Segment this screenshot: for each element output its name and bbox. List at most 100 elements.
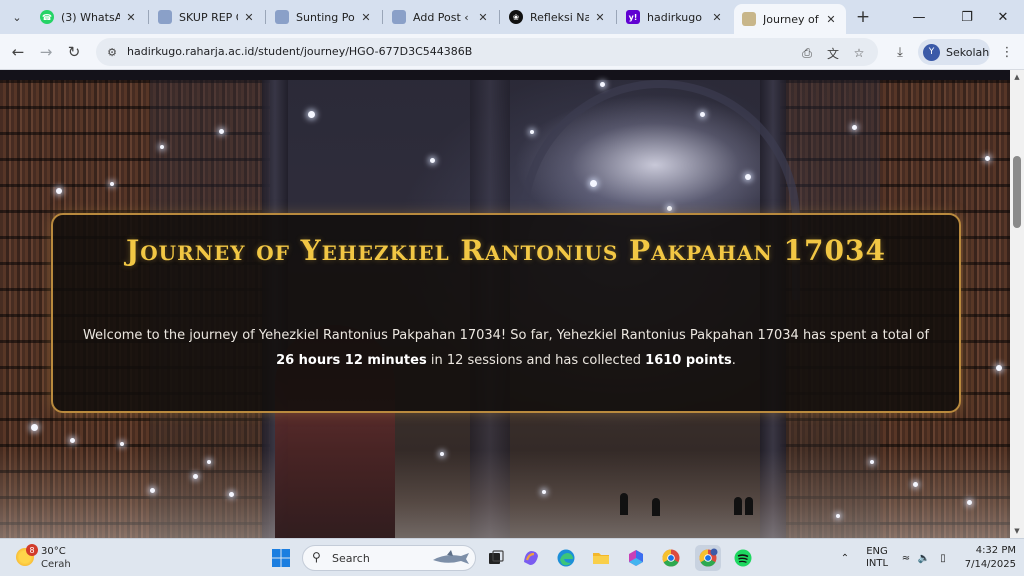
close-icon[interactable]: ✕ (593, 11, 607, 24)
close-icon[interactable]: ✕ (824, 13, 838, 26)
scroll-down-icon[interactable]: ▼ (1010, 524, 1024, 538)
start-button[interactable] (268, 545, 294, 571)
weather-condition: Cerah (41, 559, 71, 570)
weather-temperature: 30°C (41, 546, 66, 557)
chevron-up-icon: ⌃ (840, 552, 850, 564)
distant-figure (734, 497, 742, 515)
page-title: Journey of Yehezkiel Rantonius Pakpahan … (126, 234, 886, 267)
light-particle (207, 460, 211, 464)
distant-figure (745, 497, 753, 515)
close-window-button[interactable]: ✕ (982, 0, 1024, 34)
journey-card: Journey of Yehezkiel Rantonius Pakpahan … (51, 213, 961, 413)
language-indicator[interactable]: ENG INTL (860, 539, 894, 576)
light-particle (852, 125, 857, 130)
microsoft-365-button[interactable] (623, 545, 649, 571)
close-icon[interactable]: ✕ (710, 11, 724, 24)
browser-toolbar: ← → ↻ ⚙ hadirkugo.raharja.ac.id/student/… (0, 34, 1024, 70)
profile-name: Sekolah (946, 45, 990, 59)
site-icon (158, 10, 172, 24)
file-explorer-button[interactable] (588, 545, 614, 571)
task-view-button[interactable] (483, 545, 509, 571)
distant-figure (652, 498, 660, 516)
light-particle (590, 180, 597, 187)
light-particle (870, 460, 874, 464)
back-button[interactable]: ← (6, 40, 30, 64)
tab-whatsapp[interactable]: ☎ (3) WhatsApp ✕ (32, 4, 146, 30)
chrome-profile-button-active[interactable] (695, 545, 721, 571)
tab-skup-rep[interactable]: SKUP REP GEN ✕ (150, 4, 264, 30)
new-tab-button[interactable]: + (852, 6, 874, 28)
plus-icon: + (855, 7, 871, 27)
tab-search-button[interactable]: ⌄ (6, 6, 28, 28)
chrome-button[interactable] (658, 545, 684, 571)
light-particle (308, 111, 315, 118)
site-info-icon[interactable]: ⚙ (104, 44, 120, 60)
language-line1: ENG (866, 546, 888, 557)
tab-sunting-pos[interactable]: Sunting Pos " ✕ (267, 4, 381, 30)
total-points: 1610 points (645, 353, 732, 368)
spotify-button[interactable] (730, 545, 756, 571)
downloads-button[interactable]: ⤓ (890, 42, 910, 62)
taskbar-search[interactable]: ⚲ Search (302, 545, 476, 571)
spotify-icon (734, 549, 752, 567)
taskbar-clock[interactable]: 4:32 PM 7/14/2025 (960, 544, 1016, 572)
avatar: Y (923, 43, 940, 61)
tab-separator (382, 10, 383, 24)
weather-widget[interactable]: 8 30°C Cerah (14, 544, 84, 572)
task-view-icon (489, 550, 504, 564)
windows-logo-icon (272, 549, 290, 567)
search-highlight-shark-icon (433, 550, 469, 564)
tab-separator (616, 10, 617, 24)
summary-intro: Welcome to the journey of Yehezkiel Rant… (82, 328, 930, 343)
close-icon[interactable]: ✕ (476, 11, 490, 24)
translate-icon[interactable]: 文 (824, 44, 842, 62)
battery-icon[interactable]: ▯ (934, 539, 952, 576)
browser-menu-button[interactable]: ⋮ (997, 42, 1017, 62)
chrome-icon (662, 549, 680, 567)
tab-separator (265, 10, 266, 24)
total-duration: 26 hours 12 minutes (276, 353, 427, 368)
tab-separator (499, 10, 500, 24)
volume-icon[interactable]: 🔈 (916, 539, 932, 576)
tab-hadirkugo-yahoo[interactable]: y! hadirkugo - Y ✕ (618, 4, 732, 30)
close-icon[interactable]: ✕ (359, 11, 373, 24)
tab-separator (148, 10, 149, 24)
close-icon[interactable]: ✕ (124, 11, 138, 24)
tab-journey-active[interactable]: Journey of Ye ✕ (734, 4, 846, 34)
show-hidden-icons-button[interactable]: ⌃ (836, 539, 854, 576)
scroll-thumb[interactable] (1013, 156, 1021, 228)
arrow-left-icon: ← (11, 43, 25, 61)
install-app-icon[interactable]: ⎙ (798, 44, 816, 62)
bookmark-star-icon[interactable]: ☆ (850, 44, 868, 62)
light-particle (110, 182, 114, 186)
windows-taskbar: 8 30°C Cerah ⚲ Search ⌃ ENG INTL ≈ 🔈 ▯ 4… (0, 538, 1024, 576)
light-particle (745, 174, 751, 180)
light-particle (31, 424, 38, 431)
wifi-icon[interactable]: ≈ (898, 539, 914, 576)
page-scrollbar[interactable]: ▲ ▼ (1010, 70, 1024, 538)
tab-add-post[interactable]: Add Post ‹ Un ✕ (384, 4, 498, 30)
download-icon: ⤓ (897, 44, 903, 60)
search-icon: ⚲ (312, 550, 321, 564)
light-particle (229, 492, 234, 497)
yahoo-icon: y! (626, 10, 640, 24)
scroll-up-icon[interactable]: ▲ (1010, 70, 1024, 84)
light-particle (600, 82, 605, 87)
light-particle (913, 482, 918, 487)
tab-refleksi-natal[interactable]: ❀ Refleksi Natal ✕ (501, 4, 615, 30)
minimize-button[interactable]: — (898, 0, 940, 34)
edge-button[interactable] (553, 545, 579, 571)
chrome-icon (699, 548, 718, 567)
address-bar[interactable]: ⚙ hadirkugo.raharja.ac.id/student/journe… (96, 38, 878, 66)
url-text[interactable]: hadirkugo.raharja.ac.id/student/journey/… (127, 45, 472, 58)
page-viewport: Journey of Yehezkiel Rantonius Pakpahan … (0, 70, 1024, 538)
light-particle (430, 158, 435, 163)
minimize-icon: — (912, 9, 926, 25)
openai-icon: ❀ (509, 10, 523, 24)
profile-button[interactable]: Y Sekolah (918, 39, 990, 65)
clock-time: 4:32 PM (975, 545, 1016, 556)
close-icon[interactable]: ✕ (242, 11, 256, 24)
reload-button[interactable]: ↻ (62, 40, 86, 64)
copilot-button[interactable] (518, 545, 544, 571)
forward-button[interactable]: → (34, 40, 58, 64)
